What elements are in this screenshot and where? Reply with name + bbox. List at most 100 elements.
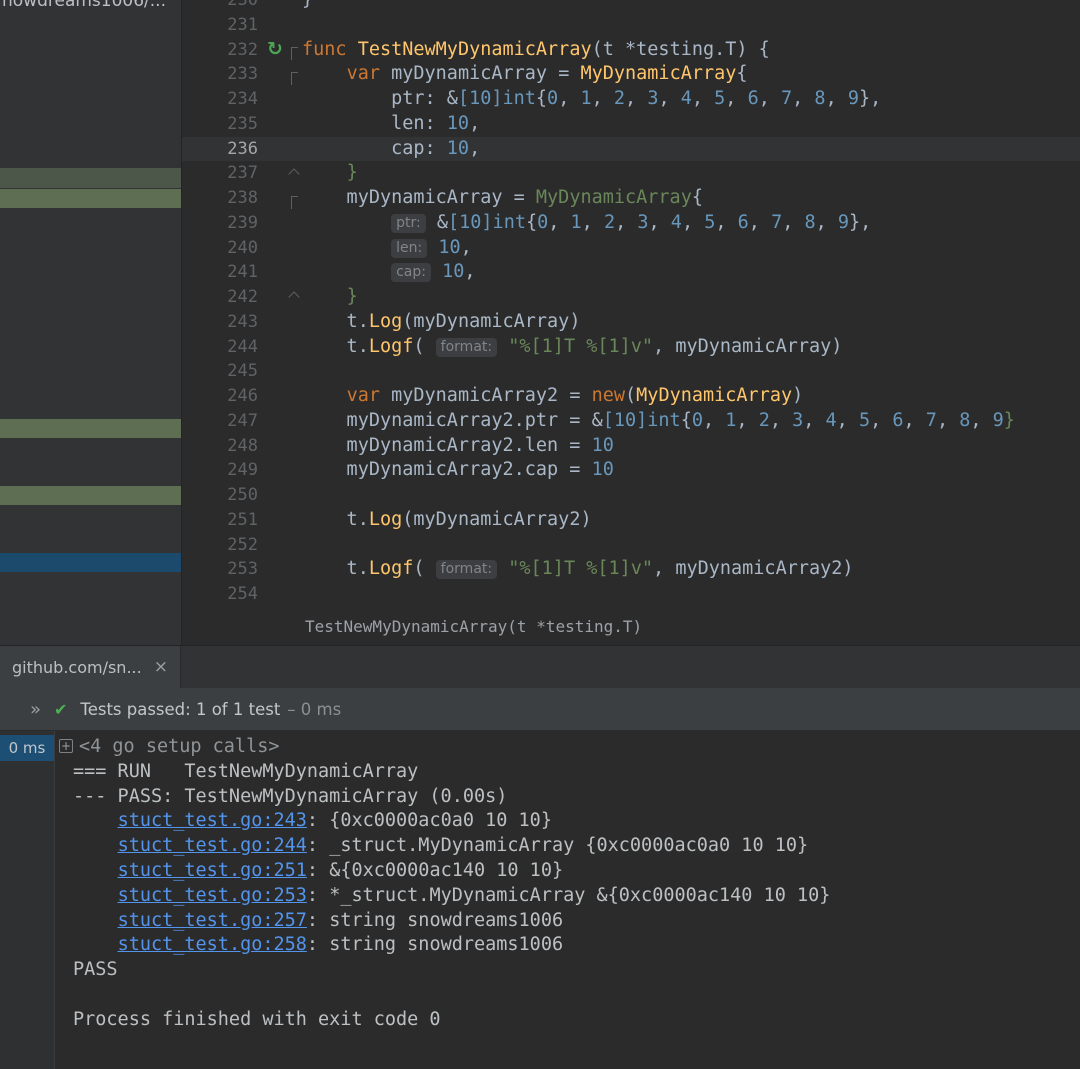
fold-slot — [286, 38, 302, 63]
fold-marker-icon[interactable] — [291, 72, 298, 85]
code-line-text: myDynamicArray2.len = 10 — [302, 434, 1080, 459]
code-line-text: func TestNewMyDynamicArray(t *testing.T)… — [302, 38, 1080, 63]
fold-slot — [286, 137, 302, 162]
console-lines: +<4 go setup calls>=== RUN TestNewMyDyna… — [73, 735, 1080, 1033]
code-line[interactable]: 238 myDynamicArray = MyDynamicArray{ — [182, 186, 1080, 211]
code-line[interactable]: 243 t.Log(myDynamicArray) — [182, 310, 1080, 335]
gutter-icon-slot — [264, 557, 286, 582]
code-line[interactable]: 251 t.Log(myDynamicArray2) — [182, 508, 1080, 533]
code-line[interactable]: 245 — [182, 359, 1080, 384]
line-number: 232 — [182, 38, 264, 63]
code-line-text: var myDynamicArray = MyDynamicArray{ — [302, 62, 1080, 87]
fold-slot — [286, 434, 302, 459]
line-number: 254 — [182, 582, 264, 607]
file-line-link[interactable]: stuct_test.go:257 — [118, 910, 307, 931]
code-line[interactable]: 231 — [182, 13, 1080, 38]
code-line-text — [302, 359, 1080, 384]
gutter-icon-slot — [264, 409, 286, 434]
code-line[interactable]: 240 len: 10, — [182, 236, 1080, 261]
project-panel-partial-text: nowdreams1006/... — [2, 0, 166, 11]
console-line: === RUN TestNewMyDynamicArray — [73, 760, 1080, 785]
code-line[interactable]: 239 ptr: &[10]int{0, 1, 2, 3, 4, 5, 6, 7… — [182, 211, 1080, 236]
code-line-text — [302, 13, 1080, 38]
fold-marker-icon[interactable] — [291, 47, 298, 60]
code-line[interactable]: 246 var myDynamicArray2 = new(MyDynamicA… — [182, 384, 1080, 409]
line-number: 247 — [182, 409, 264, 434]
tab-test-results[interactable]: github.com/sn... × — [0, 646, 181, 688]
console-line: stuct_test.go:251: &{0xc0000ac140 10 10} — [73, 859, 1080, 884]
rerun-test-icon[interactable]: ↻ — [267, 40, 283, 59]
code-line-text: t.Logf( format: "%[1]T %[1]v", myDynamic… — [302, 335, 1080, 360]
code-line[interactable]: 253 t.Logf( format: "%[1]T %[1]v", myDyn… — [182, 557, 1080, 582]
file-line-link[interactable]: stuct_test.go:244 — [118, 835, 307, 856]
code-line[interactable]: 242 } — [182, 285, 1080, 310]
line-number: 248 — [182, 434, 264, 459]
file-line-link[interactable]: stuct_test.go:258 — [118, 934, 307, 955]
code-line[interactable]: 247 myDynamicArray2.ptr = &[10]int{0, 1,… — [182, 409, 1080, 434]
code-line[interactable]: 236 cap: 10, — [182, 137, 1080, 162]
gutter-icon-slot — [264, 582, 286, 607]
console-area: 0 ms +<4 go setup calls>=== RUN TestNewM… — [0, 731, 1080, 1069]
fold-marker-icon[interactable] — [288, 168, 299, 179]
code-line[interactable]: 233 var myDynamicArray = MyDynamicArray{ — [182, 62, 1080, 87]
console-line: Process finished with exit code 0 — [73, 1008, 1080, 1033]
code-line[interactable]: 241 cap: 10, — [182, 260, 1080, 285]
line-number: 244 — [182, 335, 264, 360]
chevron-double-right-icon[interactable]: » — [30, 699, 41, 720]
console-line: PASS — [73, 958, 1080, 983]
fold-slot — [286, 409, 302, 434]
code-line[interactable]: 248 myDynamicArray2.len = 10 — [182, 434, 1080, 459]
code-line[interactable]: 244 t.Logf( format: "%[1]T %[1]v", myDyn… — [182, 335, 1080, 360]
breadcrumb[interactable]: TestNewMyDynamicArray(t *testing.T) — [305, 617, 642, 636]
fold-marker-icon[interactable] — [291, 196, 298, 209]
editor-scroll-area[interactable]: 230}231232↻ func TestNewMyDynamicArray(t … — [182, 0, 1080, 607]
expand-icon[interactable]: + — [59, 739, 73, 753]
editor-lines: 230}231232↻ func TestNewMyDynamicArray(t … — [182, 0, 1080, 607]
gutter-icon-slot — [264, 458, 286, 483]
file-line-link[interactable]: stuct_test.go:251 — [118, 860, 307, 881]
line-number: 238 — [182, 186, 264, 211]
line-number: 251 — [182, 508, 264, 533]
code-line[interactable]: 234 ptr: &[10]int{0, 1, 2, 3, 4, 5, 6, 7… — [182, 87, 1080, 112]
code-line[interactable]: 237 } — [182, 161, 1080, 186]
code-line[interactable]: 252 — [182, 533, 1080, 558]
file-line-link[interactable]: stuct_test.go:243 — [118, 810, 307, 831]
project-tree-row-highlight[interactable] — [0, 189, 181, 208]
line-number: 242 — [182, 285, 264, 310]
code-line[interactable]: 235 len: 10, — [182, 112, 1080, 137]
gutter-icon-slot — [264, 161, 286, 186]
gutter-icon-slot: ↻ — [264, 38, 286, 63]
project-tree-row-highlight[interactable] — [0, 486, 181, 505]
console-line: --- PASS: TestNewMyDynamicArray (0.00s) — [73, 785, 1080, 810]
line-number: 241 — [182, 260, 264, 285]
console-output[interactable]: +<4 go setup calls>=== RUN TestNewMyDyna… — [55, 731, 1080, 1069]
project-tree-row-highlight[interactable] — [0, 419, 181, 438]
test-tree-selected-row[interactable]: 0 ms — [0, 735, 54, 761]
code-line-text — [302, 483, 1080, 508]
project-tree-row-selected[interactable] — [0, 553, 181, 572]
file-line-link[interactable]: stuct_test.go:253 — [118, 885, 307, 906]
project-tree-row-highlight[interactable] — [0, 168, 181, 188]
code-line-text: t.Logf( format: "%[1]T %[1]v", myDynamic… — [302, 557, 1080, 582]
fold-slot — [286, 582, 302, 607]
inlay-hint: len: — [391, 239, 427, 258]
code-line[interactable]: 254 — [182, 582, 1080, 607]
gutter-icon-slot — [264, 384, 286, 409]
tool-window-tab-bar: github.com/sn... × — [0, 646, 1080, 688]
gutter-icon-slot — [264, 260, 286, 285]
code-line[interactable]: 250 — [182, 483, 1080, 508]
fold-slot — [286, 87, 302, 112]
fold-marker-icon[interactable] — [288, 292, 299, 303]
gutter-icon-slot — [264, 483, 286, 508]
line-number: 231 — [182, 13, 264, 38]
code-line[interactable]: 249 myDynamicArray2.cap = 10 — [182, 458, 1080, 483]
close-icon[interactable]: × — [154, 659, 168, 676]
code-line[interactable]: 232↻ func TestNewMyDynamicArray(t *testin… — [182, 38, 1080, 63]
fold-slot — [286, 13, 302, 38]
console-line: stuct_test.go:243: {0xc0000ac0a0 10 10} — [73, 809, 1080, 834]
code-line[interactable]: 230} — [182, 0, 1080, 13]
inlay-hint: format: — [436, 560, 497, 579]
fold-slot — [286, 285, 302, 310]
test-passed-icon: ✔ — [54, 700, 67, 719]
line-number: 246 — [182, 384, 264, 409]
